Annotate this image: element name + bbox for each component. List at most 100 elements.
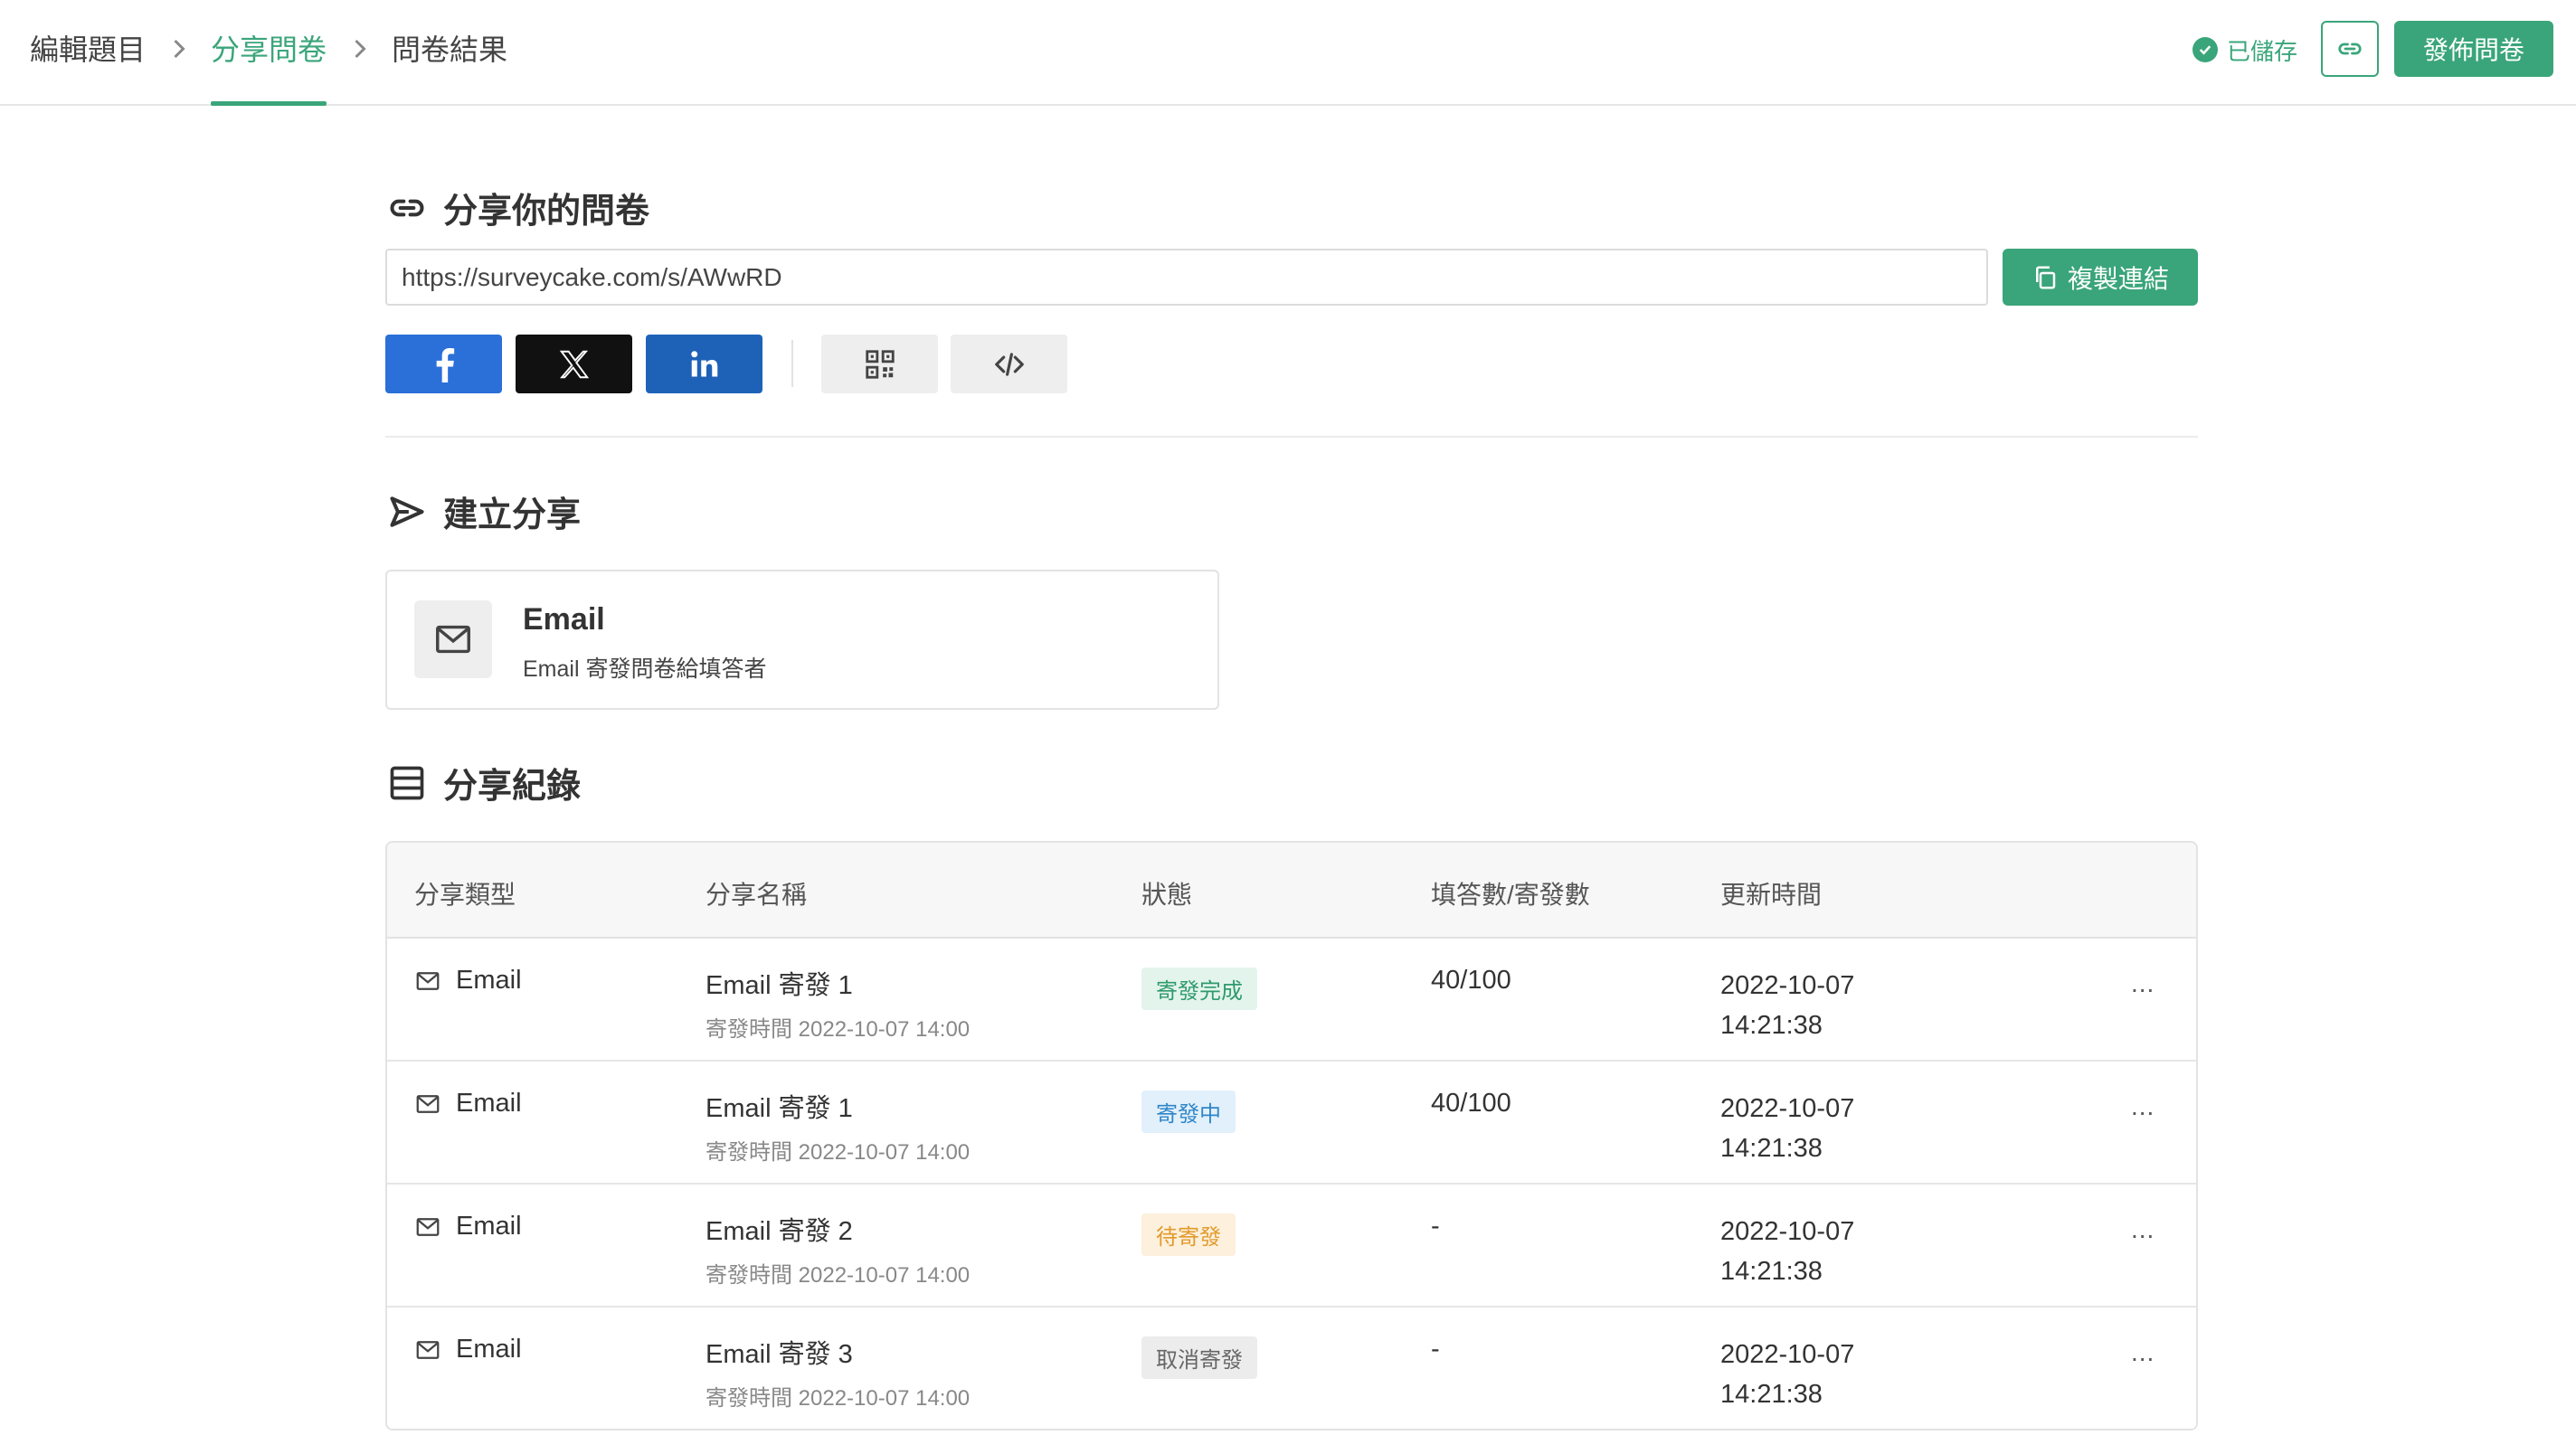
updated-time-cell: 2022-10-07 14:21:38 <box>1720 966 1854 1045</box>
publish-button[interactable]: 發佈問卷 <box>2394 21 2553 77</box>
more-options-button[interactable]: ... <box>2131 969 2155 998</box>
status-badge: 寄發完成 <box>1141 968 1257 1010</box>
send-time: 寄發時間 2022-10-07 14:00 <box>706 1017 971 1042</box>
share-name: Email 寄發 3 <box>706 1340 853 1369</box>
email-share-card[interactable]: Email Email 寄發問卷給填答者 <box>385 570 1219 710</box>
column-header-updated: 更新時間 <box>1720 881 1823 909</box>
send-time: 寄發時間 2022-10-07 14:00 <box>706 1386 971 1411</box>
embed-code-button[interactable] <box>951 335 1067 393</box>
updated-date: 2022-10-07 <box>1720 1094 1855 1123</box>
x-share-button[interactable] <box>516 335 632 393</box>
table-row: Email Email 寄發 1 寄發時間 2022-10-07 14:00 寄發中 4… <box>387 1062 2196 1185</box>
breadcrumb-edit-questions[interactable]: 編輯題目 <box>30 27 146 72</box>
more-options-button[interactable]: ... <box>2131 1338 2155 1367</box>
more-options-button[interactable]: ... <box>2131 1215 2155 1244</box>
share-name-cell: Email 寄發 1 寄發時間 2022-10-07 14:00 <box>706 964 970 1043</box>
share-section-title: 分享你的問卷 <box>387 183 649 232</box>
records-section-title: 分享紀錄 <box>387 758 581 807</box>
section-divider <box>385 436 2198 438</box>
copy-url-button[interactable]: 複製連結 <box>2003 249 2198 306</box>
send-time: 寄發時間 2022-10-07 14:00 <box>706 1263 971 1288</box>
updated-time: 14:21:38 <box>1720 1257 1823 1286</box>
mail-icon <box>416 1094 440 1113</box>
top-bar: 編輯題目 分享問卷 問卷結果 已儲存 發佈問卷 <box>0 0 2576 106</box>
linkedin-share-button[interactable] <box>646 335 762 393</box>
table-row: Email Email 寄發 1 寄發時間 2022-10-07 14:00 寄發完成… <box>387 939 2196 1062</box>
link-icon <box>390 199 424 216</box>
active-tab-indicator <box>211 101 327 106</box>
updated-time-cell: 2022-10-07 14:21:38 <box>1720 1212 1854 1291</box>
create-title-text: 建立分享 <box>443 496 582 534</box>
breadcrumb-survey-results[interactable]: 問卷結果 <box>392 27 507 72</box>
saved-status: 已儲存 <box>2192 33 2297 67</box>
share-type-cell: Email <box>414 1089 522 1119</box>
column-header-name: 分享名稱 <box>706 881 808 909</box>
status-badge: 待寄發 <box>1141 1213 1236 1256</box>
send-time: 寄發時間 2022-10-07 14:00 <box>706 1140 971 1165</box>
breadcrumb-share-survey[interactable]: 分享問卷 <box>211 27 327 72</box>
qr-code-button[interactable] <box>821 335 938 393</box>
share-type-cell: Email <box>414 1212 522 1242</box>
table-row: Email Email 寄發 3 寄發時間 2022-10-07 14:00 取消寄發… <box>387 1308 2196 1429</box>
updated-time: 14:21:38 <box>1720 1134 1823 1163</box>
status-badge: 取消寄發 <box>1141 1336 1257 1379</box>
email-card-title: Email <box>523 602 605 637</box>
share-name: Email 寄發 1 <box>706 971 853 1000</box>
list-icon <box>390 766 424 799</box>
send-icon <box>390 496 424 527</box>
mail-icon <box>414 600 492 678</box>
share-name-cell: Email 寄發 1 寄發時間 2022-10-07 14:00 <box>706 1087 970 1166</box>
share-divider <box>791 340 793 387</box>
email-card-subtitle: Email 寄發問卷給填答者 <box>523 656 767 682</box>
column-header-type: 分享類型 <box>414 881 516 909</box>
updated-time-cell: 2022-10-07 14:21:38 <box>1720 1089 1854 1168</box>
link-icon <box>2338 42 2362 55</box>
response-count: 40/100 <box>1431 966 1511 995</box>
response-count: - <box>1431 1335 1440 1364</box>
more-options-button[interactable]: ... <box>2131 1092 2155 1121</box>
mail-icon <box>416 971 440 990</box>
facebook-icon <box>436 347 454 382</box>
create-section-title: 建立分享 <box>387 486 581 536</box>
chevron-right-icon <box>174 39 185 59</box>
facebook-share-button[interactable] <box>385 335 502 393</box>
records-title-text: 分享紀錄 <box>443 768 582 806</box>
copy-icon <box>2035 266 2056 288</box>
share-url-field[interactable]: https://surveycake.com/s/AWwRD <box>385 249 1988 306</box>
share-records-table: 分享類型 分享名稱 狀態 填答數/寄發數 更新時間 Email Email 寄發 … <box>385 841 2198 1430</box>
column-header-status: 狀態 <box>1141 881 1193 909</box>
share-name: Email 寄發 2 <box>706 1217 853 1246</box>
column-header-count: 填答數/寄發數 <box>1431 881 1590 909</box>
qr-code-icon <box>865 349 895 379</box>
copy-url-label: 複製連結 <box>2067 264 2169 293</box>
updated-date: 2022-10-07 <box>1720 1217 1855 1246</box>
share-type-label: Email <box>456 1335 522 1364</box>
table-row: Email Email 寄發 2 寄發時間 2022-10-07 14:00 待寄發 -… <box>387 1185 2196 1308</box>
updated-time-cell: 2022-10-07 14:21:38 <box>1720 1335 1854 1414</box>
linkedin-icon <box>690 350 717 376</box>
share-type-cell: Email <box>414 966 522 996</box>
table-header: 分享類型 分享名稱 狀態 填答數/寄發數 更新時間 <box>387 843 2196 939</box>
updated-time: 14:21:38 <box>1720 1380 1823 1409</box>
share-name-cell: Email 寄發 3 寄發時間 2022-10-07 14:00 <box>706 1333 970 1412</box>
updated-time: 14:21:38 <box>1720 1011 1823 1040</box>
response-count: 40/100 <box>1431 1089 1511 1118</box>
status-badge: 寄發中 <box>1141 1090 1236 1133</box>
share-title-text: 分享你的問卷 <box>443 193 650 231</box>
share-type-label: Email <box>456 1089 522 1118</box>
saved-label: 已儲存 <box>2227 37 2298 65</box>
code-icon <box>994 352 1024 376</box>
copy-link-button[interactable] <box>2321 21 2379 77</box>
updated-date: 2022-10-07 <box>1720 971 1855 1000</box>
x-logo-icon <box>559 350 589 378</box>
share-type-label: Email <box>456 966 522 995</box>
chevron-right-icon <box>355 39 366 59</box>
share-name: Email 寄發 1 <box>706 1094 853 1123</box>
updated-date: 2022-10-07 <box>1720 1340 1855 1369</box>
share-type-cell: Email <box>414 1335 522 1364</box>
response-count: - <box>1431 1212 1440 1241</box>
mail-icon <box>416 1340 440 1359</box>
mail-icon <box>416 1217 440 1236</box>
share-type-label: Email <box>456 1212 522 1241</box>
check-circle-icon <box>2192 37 2218 62</box>
